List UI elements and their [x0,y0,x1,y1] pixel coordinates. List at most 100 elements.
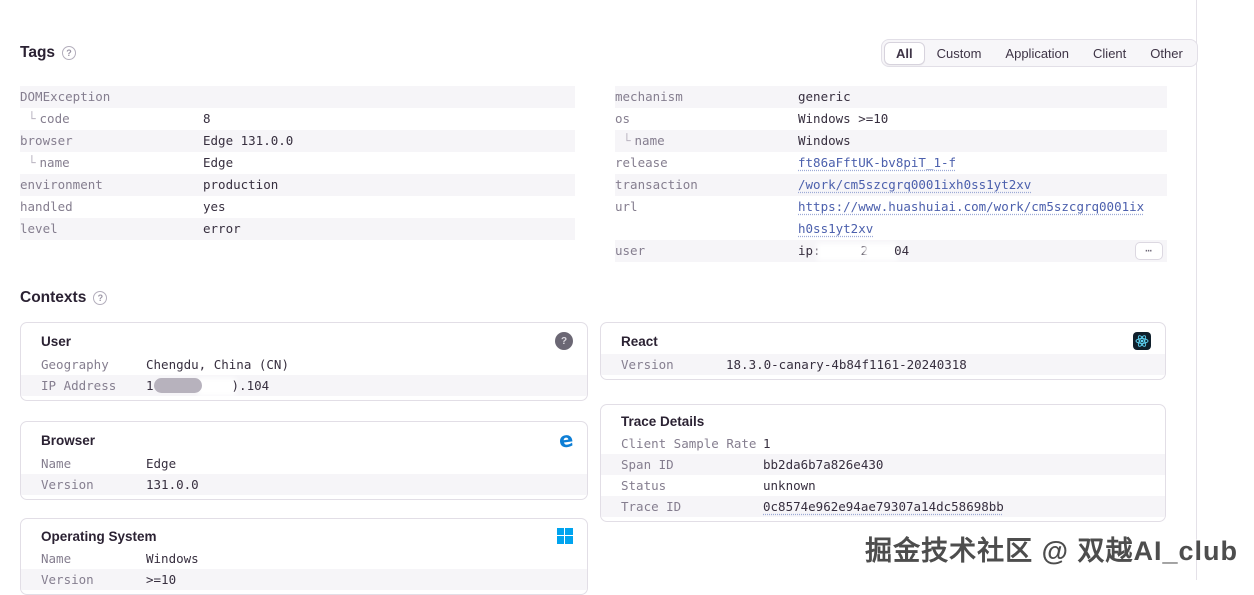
context-row-name: NameEdge [21,453,587,474]
context-row-label: IP Address [41,375,146,396]
tag-value: 8 [203,108,211,130]
context-row-name: NameWindows [21,548,587,569]
tag-value: yes [203,196,226,218]
context-row-value: 1 [763,433,785,454]
blurred-redaction [202,382,232,392]
user-tag-overflow-button[interactable]: ⋯ [1135,242,1163,260]
react-card-title: React [621,334,658,349]
tags-section-header: Tags ? [20,44,76,62]
tag-key: browser [20,130,203,152]
tag-value: production [203,174,278,196]
tree-branch-icon: └ [623,133,631,148]
tags-table-left: DOMException└code8browserEdge 131.0.0└na… [20,86,575,240]
tag-row-url: urlhttps://www.huashuiai.com/work/cm5szc… [615,196,1167,240]
tags-tables: DOMException└code8browserEdge 131.0.0└na… [20,86,1167,262]
tag-row-os: osWindows >=10 [615,108,1167,130]
context-card-react: React Version18.3.0-cana [600,322,1166,380]
context-row-label: Name [41,548,146,569]
tag-value-link[interactable]: ft86aFftUK-bv8piT_1-f [798,152,956,174]
tag-row-code: └code8 [20,108,575,130]
trace-card-title: Trace Details [621,414,704,429]
tags-filter-control: All Custom Application Client Other [881,39,1198,67]
tags-filter-tab-all[interactable]: All [884,42,925,65]
context-row-value-link[interactable]: 0c8574e962e94ae79307a14dc58698bb [763,496,1018,517]
context-row-value: Chengdu, China (CN) [146,354,303,375]
tag-row-browser: browserEdge 131.0.0 [20,130,575,152]
watermark: 掘金技术社区 @ 双越AI_club [865,529,1238,568]
context-row-label: Status [621,475,763,496]
context-row-span-id: Span IDbb2da6b7a826e430 [601,454,1165,475]
value-fragment: ).104 [232,378,270,393]
blurred-redaction [868,247,894,257]
context-row-value: 131.0.0 [146,474,213,495]
tag-row-environment: environmentproduction [20,174,575,196]
tags-filter-tab-custom[interactable]: Custom [925,42,994,65]
browser-card-title: Browser [41,433,95,448]
tags-filter-tab-other[interactable]: Other [1138,42,1195,65]
tag-row-release: releaseft86aFftUK-bv8piT_1-f [615,152,1167,174]
card-head-user: User ? [21,329,587,354]
tag-value: Windows >=10 [798,108,888,130]
browser-card-rows: NameEdgeVersion131.0.0 [21,453,587,495]
context-row-value: 18.3.0-canary-4b84f1161-20240318 [726,354,981,375]
tag-key: level [20,218,203,240]
tag-key: transaction [615,174,798,196]
tag-value-link[interactable]: https://www.huashuiai.com/work/cm5szcgrq… [798,196,1148,240]
tag-row-level: levelerror [20,218,575,240]
tag-key: handled [20,196,203,218]
react-card-rows: Version18.3.0-canary-4b84f1161-20240318 [601,354,1165,375]
contexts-help-icon[interactable]: ? [93,291,107,305]
tag-value: ip:204 [798,240,909,262]
context-row-label: Span ID [621,454,763,475]
card-head-trace: Trace Details [601,411,1165,433]
tags-filter-tab-client[interactable]: Client [1081,42,1138,65]
tag-row-DOMException: DOMException [20,86,575,108]
edge-browser-icon: e [558,430,575,450]
tag-value: Edge 131.0.0 [203,130,293,152]
tag-row-mechanism: mechanismgeneric [615,86,1167,108]
value-fragment: 1 [146,378,154,393]
tag-key: DOMException [20,86,203,108]
redaction-pill [154,378,202,393]
value-fragment: 2 [861,243,869,258]
tree-branch-icon: └ [28,111,36,126]
tag-key: └name [615,130,798,152]
context-card-browser: Browser e NameEdgeVersion131.0.0 [20,421,588,500]
context-card-os: Operating System NameWindowsVersion>=10 [20,518,588,595]
contexts-right-column: React Version18.3.0-cana [600,322,1166,522]
context-row-label: Version [41,474,146,495]
tag-row-name: └nameEdge [20,152,575,174]
context-row-ip-address: IP Address1 ).104 [21,375,587,396]
tags-filter-tab-application[interactable]: Application [993,42,1081,65]
context-row-version: Version18.3.0-canary-4b84f1161-20240318 [601,354,1165,375]
contexts-left-column: User ? GeographyChengdu, China (CN)IP Ad… [20,322,588,595]
tag-value: error [203,218,241,240]
tag-key: url [615,196,798,240]
tag-value-link[interactable]: /work/cm5szcgrq0001ixh0ss1yt2xv [798,174,1031,196]
context-row-version: Version131.0.0 [21,474,587,495]
card-head-os: Operating System [21,525,587,548]
windows-logo-icon [557,528,573,544]
tags-table-right: mechanismgenericosWindows >=10└nameWindo… [615,86,1167,262]
os-card-rows: NameWindowsVersion>=10 [21,548,587,590]
tag-value: Windows [798,130,851,152]
context-row-status: Statusunknown [601,475,1165,496]
card-head-react: React [601,329,1165,354]
contexts-section-header: Contexts ? [20,289,107,307]
context-card-user: User ? GeographyChengdu, China (CN)IP Ad… [20,322,588,401]
trace-card-rows: Client Sample Rate1Span IDbb2da6b7a826e4… [601,433,1165,517]
context-row-geography: GeographyChengdu, China (CN) [21,354,587,375]
tag-value: generic [798,86,851,108]
tag-row-handled: handledyes [20,196,575,218]
tag-row-name: └nameWindows [615,130,1167,152]
card-head-browser: Browser e [21,428,587,453]
value-fragment: ip: [798,243,821,258]
context-row-trace-id: Trace ID0c8574e962e94ae79307a14dc58698bb [601,496,1165,517]
tag-key: release [615,152,798,174]
context-row-value: bb2da6b7a826e430 [763,454,897,475]
tree-branch-icon: └ [28,155,36,170]
tags-help-icon[interactable]: ? [62,46,76,60]
tag-key: os [615,108,798,130]
context-row-client-sample-rate: Client Sample Rate1 [601,433,1165,454]
context-row-value: Edge [146,453,190,474]
